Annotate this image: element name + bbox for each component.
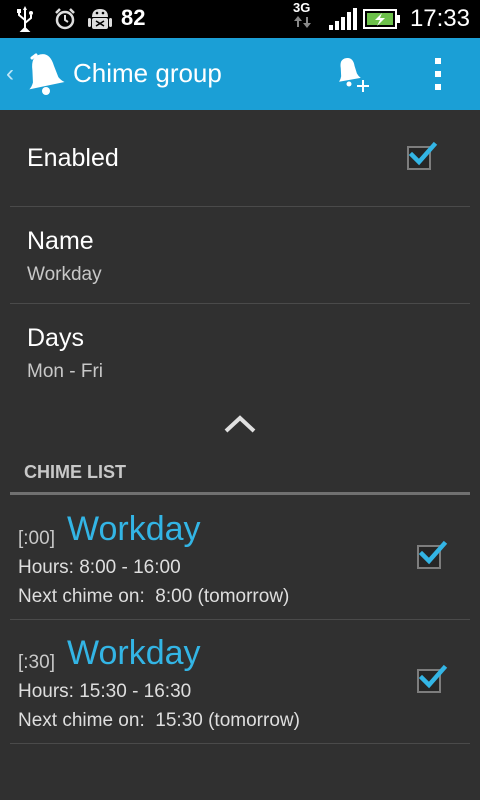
chime-list-item[interactable]: [:00] Workday Hours: 8:00 - 16:00 Next c…	[10, 496, 470, 620]
signal-icon	[326, 0, 358, 38]
chime-hours: Hours: 8:00 - 16:00	[18, 557, 181, 578]
checkmark-icon	[418, 664, 448, 689]
chime-name: Workday	[67, 510, 201, 548]
data-activity-icon	[294, 16, 311, 28]
name-title: Name	[27, 227, 94, 255]
back-chevron-icon[interactable]: ‹	[6, 60, 14, 88]
battery-charging-icon	[362, 0, 402, 38]
page-title: Chime group	[73, 58, 222, 88]
android-debug-icon	[86, 0, 114, 38]
name-pref[interactable]: Name Workday	[10, 207, 470, 304]
network-type-label: 3G	[293, 1, 313, 29]
enabled-title: Enabled	[27, 144, 119, 172]
usb-icon	[12, 0, 38, 38]
chime-minute-label: [:00]	[18, 528, 55, 549]
bell-logo-icon[interactable]	[22, 50, 66, 98]
chime-checkbox[interactable]	[417, 664, 448, 693]
overflow-menu-icon[interactable]	[424, 54, 452, 94]
checkmark-icon	[408, 141, 438, 166]
alarm-icon	[52, 0, 78, 38]
action-bar: ‹ Chime group	[0, 38, 480, 110]
chime-list-item[interactable]: [:30] Workday Hours: 15:30 - 16:30 Next …	[10, 620, 470, 744]
chime-minute-label: [:30]	[18, 652, 55, 673]
days-pref[interactable]: Days Mon - Fri	[10, 304, 470, 400]
collapse-chevron-icon[interactable]	[222, 412, 258, 436]
chime-next: Next chime on: 8:00 (tomorrow)	[18, 586, 290, 607]
days-title: Days	[27, 324, 84, 352]
chime-name: Workday	[67, 634, 201, 672]
section-divider	[10, 492, 470, 495]
days-summary: Mon - Fri	[27, 361, 103, 382]
chime-checkbox[interactable]	[417, 540, 448, 569]
enabled-pref[interactable]: Enabled	[10, 110, 470, 207]
battery-level-text: 82	[121, 5, 146, 30]
chime-next: Next chime on: 15:30 (tomorrow)	[18, 710, 300, 731]
chime-hours: Hours: 15:30 - 16:30	[18, 681, 192, 702]
name-summary: Workday	[27, 264, 102, 285]
add-bell-icon[interactable]	[336, 54, 374, 96]
chime-list-header: CHIME LIST	[24, 462, 126, 482]
status-bar: 82 3G 17:33	[0, 0, 480, 38]
network-type-text: 3G	[293, 0, 311, 15]
enabled-checkbox[interactable]	[407, 141, 438, 170]
checkmark-icon	[418, 540, 448, 565]
clock-text: 17:33	[409, 5, 470, 32]
